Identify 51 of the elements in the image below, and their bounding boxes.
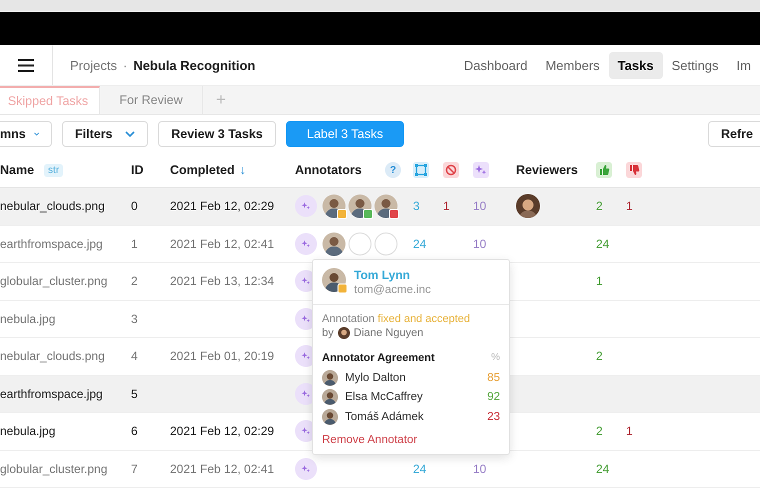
percent-label: % [491, 352, 500, 364]
table-cell: 10 [473, 462, 486, 476]
table-cell: 6 [131, 424, 138, 438]
table-cell: globular_cluster.png [0, 274, 108, 288]
table-cell: nebular_clouds.png [0, 199, 105, 214]
table-cell: nebula.jpg [0, 424, 56, 438]
table-cell: earthfromspace.jpg [0, 386, 103, 401]
table-cell: 1 [596, 274, 603, 288]
table-cell: nebular_clouds.png [0, 349, 105, 364]
annotator-name: Elsa McCaffrey [345, 391, 424, 404]
table-cell: 1 [131, 236, 138, 251]
table-cell: 1 [443, 199, 450, 214]
table-cell: 2021 Feb 12, 02:41 [170, 462, 274, 476]
user-name: Tom Lynn [354, 268, 411, 282]
table-cell: 10 [473, 199, 486, 214]
table-cell: 0 [131, 199, 138, 214]
breadcrumb-separator: · [122, 58, 128, 72]
project-title: Nebula Recognition [133, 58, 256, 72]
agreement-score: 23 [487, 410, 500, 423]
table-cell: 3 [131, 312, 138, 326]
type-tag: str [44, 164, 64, 176]
table-cell: 2 [596, 199, 603, 214]
table-cell: 24 [596, 462, 610, 476]
table-cell: globular_cluster.png [0, 462, 108, 476]
section-title: Annotator Agreement [322, 352, 435, 364]
table-cell: earthfromspace.jpg [0, 236, 103, 251]
user-email: tom@acme.inc [354, 284, 431, 296]
reviewer-name: Diane Nguyen [354, 327, 424, 339]
by-label: by [322, 327, 334, 339]
agreement-score: 92 [487, 391, 500, 404]
table-cell: 24 [596, 236, 610, 251]
table-cell: 2 [596, 424, 603, 438]
table-cell: 2021 Feb 12, 02:29 [170, 424, 274, 438]
table-cell: 2021 Feb 12, 02:41 [170, 236, 274, 251]
table-cell: 24 [413, 462, 426, 476]
table-cell: 24 [413, 236, 426, 251]
table-cell: 7 [131, 462, 138, 476]
table-cell: 1 [626, 424, 633, 438]
table-cell: 1 [626, 199, 633, 214]
table-cell: 2 [131, 274, 138, 288]
annotator-name: Tomáš Adámek [345, 410, 425, 423]
table-cell: 3 [413, 199, 420, 214]
table-cell: 2021 Feb 01, 20:19 [170, 349, 274, 364]
table-cell: 5 [131, 386, 138, 401]
table-cell: 4 [131, 349, 138, 364]
table-cell: 2021 Feb 12, 02:29 [170, 199, 274, 214]
table-cell: 2 [596, 349, 603, 364]
table-cell: 10 [473, 236, 486, 251]
table-cell: nebula.jpg [0, 312, 56, 326]
annotation-status: Annotation fixed and accepted [322, 313, 472, 325]
table-cell: 2021 Feb 13, 12:34 [170, 274, 274, 288]
